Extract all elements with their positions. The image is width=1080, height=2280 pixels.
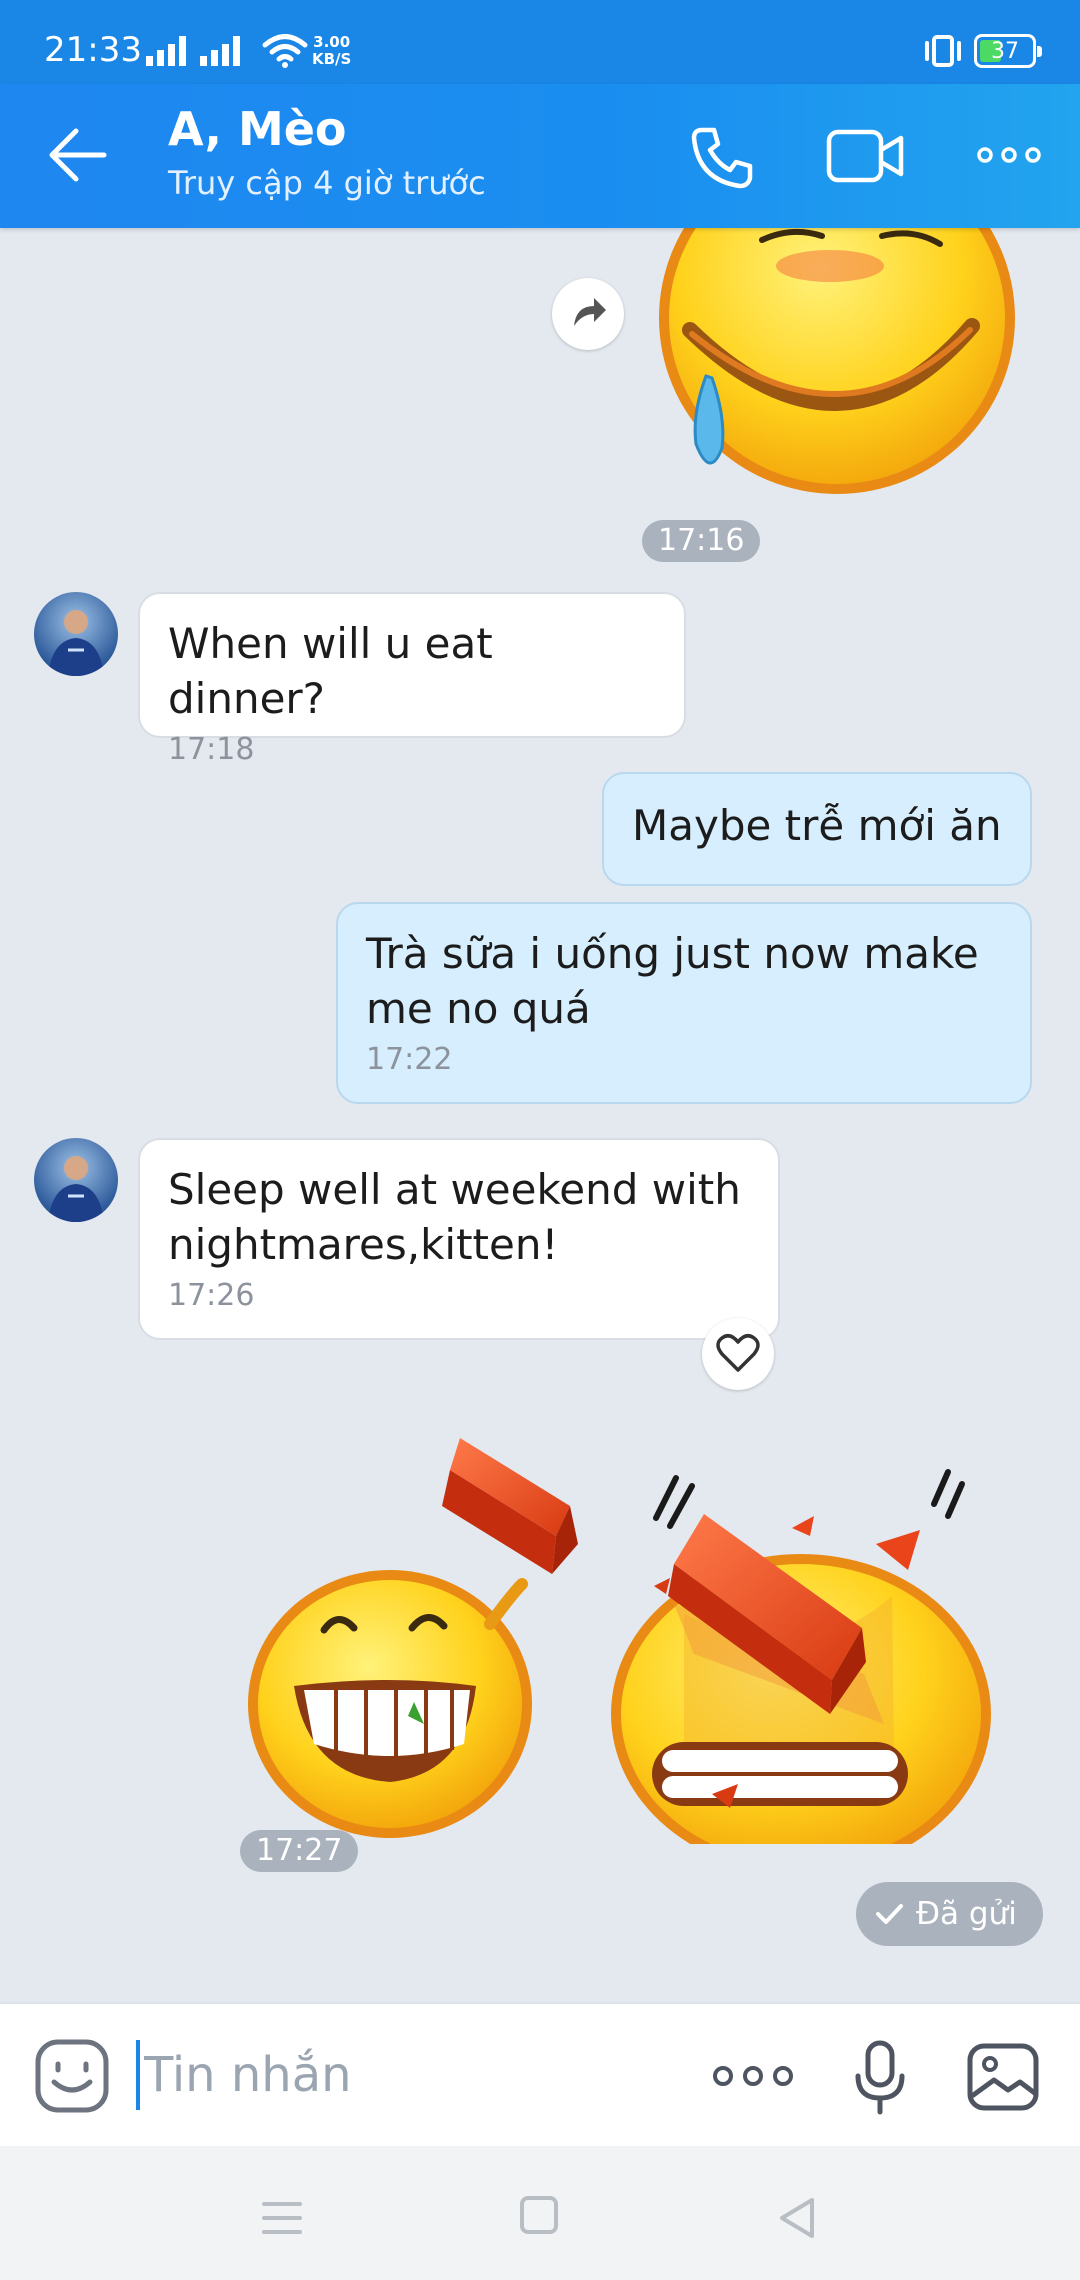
contact-last-seen: Truy cập 4 giờ trước [168, 164, 486, 202]
share-button[interactable] [552, 278, 624, 350]
video-camera-icon[interactable] [826, 124, 906, 188]
react-button[interactable] [702, 1318, 774, 1390]
image-icon[interactable] [966, 2042, 1040, 2112]
message-text: Maybe trễ mới ăn [632, 801, 1002, 850]
status-time: 21:33 [44, 30, 142, 70]
signal-icon [146, 36, 240, 66]
microphone-icon[interactable] [852, 2040, 908, 2116]
wifi-icon [262, 34, 308, 68]
more-icon[interactable] [712, 2060, 794, 2092]
nav-back-icon[interactable] [776, 2196, 816, 2240]
message-composer [0, 2002, 1080, 2146]
message-time: 17:18 [168, 732, 255, 767]
message-time: 17:22 [366, 1042, 453, 1077]
message-bubble-outgoing[interactable]: Maybe trễ mới ăn [602, 772, 1032, 886]
message-bubble-outgoing[interactable]: Trà sữa i uống just now make me no quá 1… [336, 902, 1032, 1104]
message-bubble-incoming[interactable]: When will u eat dinner? 17:18 [138, 592, 686, 767]
sent-status-text: Đã gửi [916, 1896, 1017, 1932]
more-icon[interactable] [976, 140, 1042, 170]
message-bubble-incoming[interactable]: Sleep well at weekend with nightmares,ki… [138, 1138, 780, 1340]
message-time: 17:27 [240, 1830, 359, 1872]
network-speed: 3.00 KB/S [312, 33, 352, 68]
menu-icon[interactable] [262, 2200, 302, 2236]
phone-icon[interactable] [688, 122, 758, 192]
brick-hit-smiley-sticker[interactable] [244, 1424, 1040, 1844]
message-input[interactable] [136, 2040, 656, 2110]
emoji-icon[interactable] [34, 2038, 110, 2114]
message-time: 17:16 [642, 520, 761, 562]
contact-name[interactable]: A, Mèo [168, 102, 347, 156]
heart-icon [716, 1334, 760, 1372]
avatar[interactable] [34, 1138, 118, 1222]
message-time: 17:26 [168, 1278, 255, 1313]
message-list[interactable]: 17:16 When will u eat dinner? 17:18 Mayb… [0, 228, 1080, 2002]
sent-status-badge: Đã gửi [856, 1882, 1043, 1946]
drooling-smiley-sticker[interactable] [652, 228, 1032, 498]
message-text: When will u eat dinner? [168, 619, 493, 723]
check-icon [876, 1904, 903, 1924]
back-arrow-icon[interactable] [44, 120, 114, 190]
share-arrow-icon [574, 298, 606, 326]
system-navigation-bar [0, 2146, 1080, 2280]
chat-header: A, Mèo Truy cập 4 giờ trước [0, 84, 1080, 228]
vibrate-icon [925, 35, 961, 67]
message-text: Sleep well at weekend with nightmares,ki… [168, 1165, 741, 1269]
battery-icon: 37 [974, 34, 1042, 68]
message-text: Trà sữa i uống just now make me no quá [366, 929, 979, 1033]
status-bar: 21:33 3.00 KB/S 37 [0, 0, 1080, 84]
avatar[interactable] [34, 592, 118, 676]
home-icon[interactable] [520, 2196, 558, 2234]
